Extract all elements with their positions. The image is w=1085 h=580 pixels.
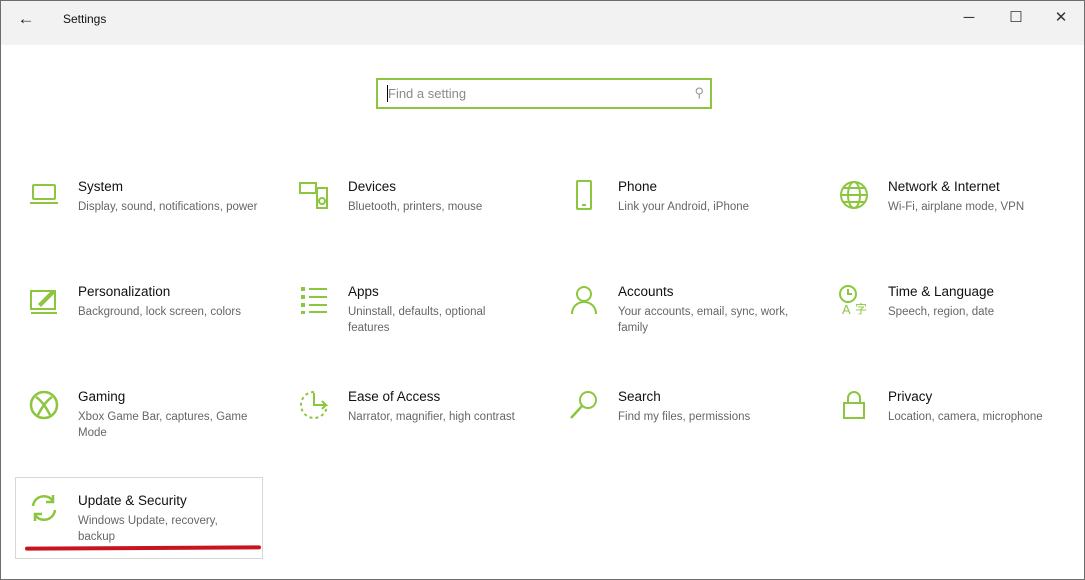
tile-privacy[interactable]: Privacy Location, camera, microphone <box>826 383 1074 465</box>
window-title: Settings <box>63 12 107 26</box>
sync-icon <box>31 494 57 522</box>
back-button[interactable]: ← <box>13 9 39 29</box>
tile-time-language[interactable]: A字 Time & Language Speech, region, date <box>826 278 1074 360</box>
tile-devices[interactable]: Devices Bluetooth, printers, mouse <box>286 173 534 255</box>
laptop-icon <box>30 184 58 204</box>
maximize-button[interactable]: ☐ <box>996 5 1036 31</box>
minimize-button[interactable]: ─ <box>949 5 989 31</box>
time-language-icon: A字 <box>839 285 867 316</box>
search-icon: ⚲ <box>694 85 704 100</box>
tile-description: Link your Android, iPhone <box>618 201 750 213</box>
tile-description: Find my files, permissions <box>618 411 751 423</box>
tile-title: Personalization <box>78 284 171 299</box>
svg-text:字: 字 <box>855 301 867 316</box>
keyboard-speaker-icon <box>299 182 328 209</box>
tile-description: Background, lock screen, colors <box>78 306 241 318</box>
tile-title: Privacy <box>888 389 933 404</box>
tile-accounts[interactable]: Accounts Your accounts, email, sync, wor… <box>556 278 804 360</box>
tile-description: Bluetooth, printers, mouse <box>348 201 483 213</box>
person-icon <box>571 286 597 315</box>
tile-title: Gaming <box>78 389 126 404</box>
tile-title: Time & Language <box>888 284 995 299</box>
tile-title: Accounts <box>618 284 674 299</box>
globe-icon <box>840 181 868 209</box>
tile-description: Uninstall, defaults, optional features <box>348 306 486 334</box>
title-bar: ← Settings ─ ☐ ✕ <box>1 1 1084 45</box>
tile-description: Display, sound, notifications, power <box>78 201 258 213</box>
tile-title: Phone <box>618 179 658 194</box>
tile-description: Speech, region, date <box>888 306 995 318</box>
tile-description: Location, camera, microphone <box>888 411 1043 423</box>
tile-personalization[interactable]: Personalization Background, lock screen,… <box>16 278 264 360</box>
tile-gaming[interactable]: Gaming Xbox Game Bar, captures, Game Mod… <box>16 383 264 465</box>
tile-system[interactable]: System Display, sound, notifications, po… <box>16 173 264 255</box>
tile-title: Ease of Access <box>348 389 441 404</box>
xbox-icon <box>29 390 59 420</box>
search-input[interactable]: Find a setting ⚲ <box>376 78 712 109</box>
tile-description: Xbox Game Bar, captures, Game Mode <box>78 411 248 439</box>
paint-icon <box>30 290 57 314</box>
tile-network-internet[interactable]: Network & Internet Wi-Fi, airplane mode,… <box>826 173 1074 255</box>
svg-text:A: A <box>842 302 851 316</box>
tile-title: System <box>78 179 124 194</box>
tile-title: Update & Security <box>78 493 187 508</box>
tile-description: Windows Update, recovery, backup <box>78 515 218 543</box>
tile-title: Search <box>618 389 661 404</box>
tile-description: Narrator, magnifier, high contrast <box>348 411 515 423</box>
arrow-left-icon: ← <box>17 9 35 28</box>
search-placeholder: Find a setting <box>388 86 467 101</box>
phone-icon <box>576 180 592 210</box>
tile-description: Your accounts, email, sync, work, family <box>618 306 789 334</box>
lock-icon <box>843 391 865 419</box>
search-icon <box>570 391 597 419</box>
tile-phone[interactable]: Phone Link your Android, iPhone <box>556 173 804 255</box>
tile-apps[interactable]: Apps Uninstall, defaults, optional featu… <box>286 278 534 360</box>
tile-title: Network & Internet <box>888 179 1000 194</box>
tile-title: Devices <box>348 179 397 194</box>
ease-of-access-icon <box>300 391 328 419</box>
close-button[interactable]: ✕ <box>1041 5 1081 31</box>
tile-description: Wi-Fi, airplane mode, VPN <box>888 201 1025 213</box>
apps-list-icon <box>301 287 327 314</box>
tile-title: Apps <box>348 284 379 299</box>
tile-search[interactable]: Search Find my files, permissions <box>556 383 804 465</box>
tile-ease-of-access[interactable]: Ease of Access Narrator, magnifier, high… <box>286 383 534 465</box>
